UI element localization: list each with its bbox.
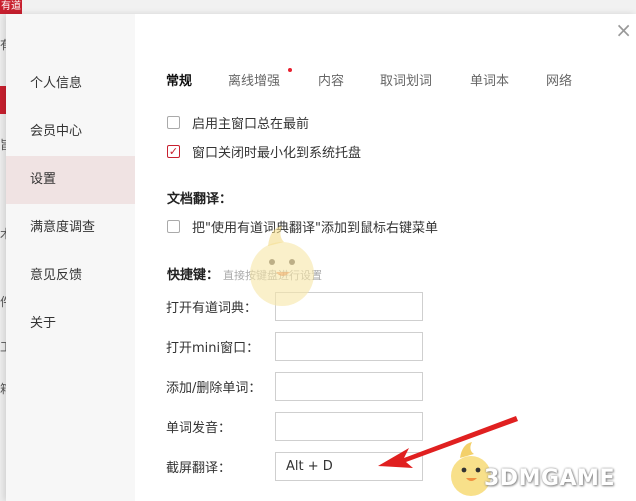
- shortcut-label-add-word: 添加/删除单词：: [166, 381, 262, 396]
- shortcut-label-open-mini: 打开mini窗口：: [166, 341, 260, 356]
- shortcut-input-open-mini[interactable]: [275, 332, 423, 361]
- tab-offline[interactable]: 离线增强: [228, 70, 280, 89]
- sidebar-item-membership[interactable]: 会员中心: [6, 108, 135, 156]
- shortcut-input-add-word[interactable]: [275, 372, 423, 401]
- always-on-top-checkbox[interactable]: [167, 116, 180, 129]
- sidebar-item-feedback[interactable]: 意见反馈: [6, 252, 135, 300]
- always-on-top-label: 启用主窗口总在最前: [192, 117, 310, 132]
- shortcut-input-screenshot[interactable]: [275, 452, 423, 481]
- close-icon[interactable]: ×: [615, 20, 632, 40]
- shortcut-label-pronounce: 单词发音：: [166, 421, 232, 436]
- always-on-top-option[interactable]: 启用主窗口总在最前: [167, 113, 309, 132]
- context-menu-checkbox[interactable]: [167, 220, 180, 233]
- background-app-toolbar: [0, 0, 636, 15]
- app-logo: 有道: [0, 0, 22, 14]
- mascot-watermark-icon: [250, 226, 314, 306]
- watermark-text: 3DMGAME: [484, 466, 615, 491]
- tab-general[interactable]: 常规: [166, 70, 192, 89]
- new-indicator-dot: [288, 68, 292, 72]
- minimize-to-tray-option[interactable]: ✓ 窗口关闭时最小化到系统托盘: [167, 142, 361, 161]
- tab-network[interactable]: 网络: [546, 70, 572, 89]
- shortcut-input-pronounce[interactable]: [275, 412, 423, 441]
- sidebar-item-survey[interactable]: 满意度调查: [6, 204, 135, 252]
- tab-content[interactable]: 内容: [318, 70, 344, 89]
- tab-word-capture[interactable]: 取词划词: [380, 70, 432, 89]
- tab-wordbook[interactable]: 单词本: [470, 70, 509, 89]
- minimize-to-tray-checkbox[interactable]: ✓: [167, 145, 180, 158]
- sidebar-item-settings[interactable]: 设置: [6, 156, 135, 204]
- settings-sidebar: 个人信息 会员中心 设置 满意度调查 意见反馈 关于: [6, 14, 135, 501]
- minimize-to-tray-label: 窗口关闭时最小化到系统托盘: [192, 146, 362, 161]
- shortcuts-title: 快捷键：: [167, 268, 220, 283]
- shortcut-label-screenshot: 截屏翻译：: [166, 461, 232, 476]
- sidebar-item-profile[interactable]: 个人信息: [6, 60, 135, 108]
- doc-translate-title: 文档翻译：: [167, 192, 233, 207]
- sidebar-item-about[interactable]: 关于: [6, 300, 135, 348]
